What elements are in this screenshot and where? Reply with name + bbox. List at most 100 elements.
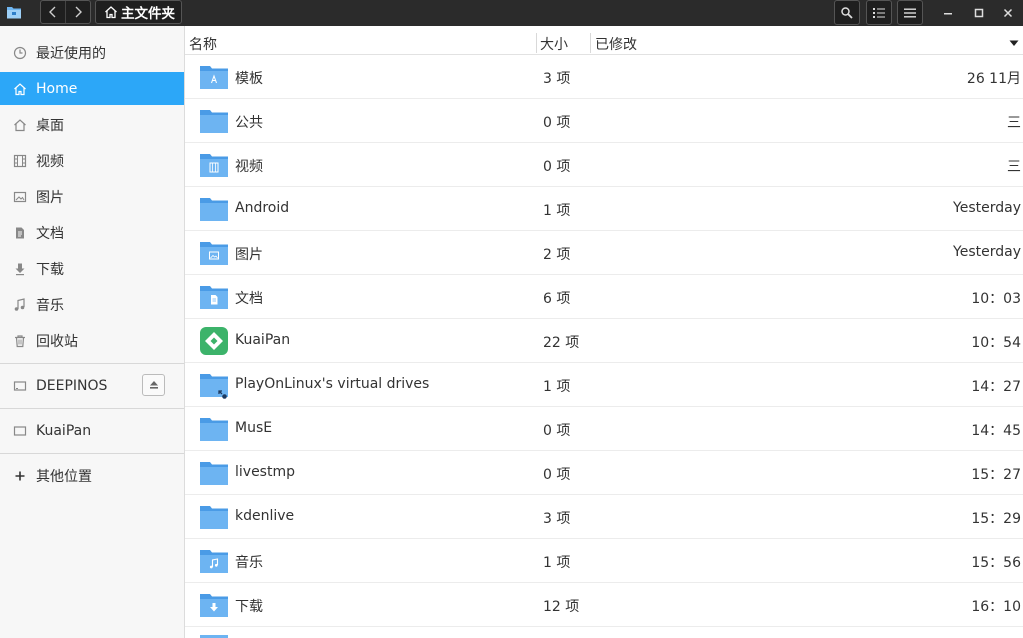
sidebar-item-label: 视频 xyxy=(36,153,64,170)
file-name: PlayOnLinux's virtual drives xyxy=(235,376,430,392)
documents-folder-icon xyxy=(200,286,228,309)
menu-button[interactable] xyxy=(897,0,923,25)
list-view-icon xyxy=(873,7,885,18)
sidebar-item-label: 桌面 xyxy=(36,117,64,134)
back-button[interactable] xyxy=(41,1,65,23)
file-modified: 三 xyxy=(1007,159,1021,175)
file-row[interactable] xyxy=(185,627,1023,638)
sidebar-item-downloads[interactable]: 下载 xyxy=(0,252,184,285)
sidebar-divider xyxy=(0,453,184,454)
file-name: KuaiPan xyxy=(235,332,291,348)
breadcrumb-home[interactable]: 主文件夹 xyxy=(95,0,182,24)
drive-icon xyxy=(12,378,28,394)
pictures-folder-icon xyxy=(200,242,228,265)
file-row[interactable]: 公共 0 项 三 xyxy=(185,99,1023,143)
plus-icon xyxy=(12,468,28,484)
view-mode-button[interactable] xyxy=(866,0,892,25)
file-size: 3 项 xyxy=(543,511,571,527)
drive-icon xyxy=(12,423,28,439)
file-modified: 10：03 xyxy=(971,291,1021,307)
file-name: 模板 xyxy=(235,71,263,87)
search-button[interactable] xyxy=(834,0,860,25)
column-size-header[interactable]: 大小 xyxy=(540,34,568,54)
navigation-buttons xyxy=(40,0,91,24)
sidebar-item-recent[interactable]: 最近使用的 xyxy=(0,36,184,69)
file-size: 0 项 xyxy=(543,423,571,439)
file-row[interactable]: KuaiPan 22 项 10：54 xyxy=(185,319,1023,363)
file-row[interactable]: 文档 6 项 10：03 xyxy=(185,275,1023,319)
close-button[interactable] xyxy=(993,0,1023,25)
folder-icon xyxy=(200,462,228,485)
sidebar-item-label: 最近使用的 xyxy=(36,45,106,62)
sidebar-item-documents[interactable]: 文档 xyxy=(0,216,184,249)
close-icon xyxy=(1003,8,1013,17)
file-size: 0 项 xyxy=(543,467,571,483)
file-row[interactable]: kdenlive 3 项 15：29 xyxy=(185,495,1023,539)
breadcrumb-label: 主文件夹 xyxy=(121,6,175,22)
sidebar-item-label: 音乐 xyxy=(36,297,64,314)
templates-folder-icon xyxy=(200,66,228,89)
sidebar-item-pictures[interactable]: 图片 xyxy=(0,180,184,213)
file-name: 公共 xyxy=(235,115,263,131)
link-folder-icon xyxy=(200,374,228,399)
sidebar-item-kuaipan[interactable]: KuaiPan xyxy=(0,414,184,447)
column-modified-header[interactable]: 已修改 xyxy=(595,34,637,54)
hamburger-menu-icon xyxy=(904,8,916,17)
sidebar-item-videos[interactable]: 视频 xyxy=(0,144,184,177)
file-name: kdenlive xyxy=(235,508,295,524)
headerbar: 主文件夹 xyxy=(0,0,1023,26)
file-modified: 15：29 xyxy=(971,511,1021,527)
sidebar-item-label: 文档 xyxy=(36,225,64,242)
sidebar-item-label: KuaiPan xyxy=(36,422,92,439)
file-row[interactable]: 下载 12 项 16：10 xyxy=(185,583,1023,627)
search-icon xyxy=(841,6,853,19)
sidebar-item-other-locations[interactable]: 其他位置 xyxy=(0,459,184,492)
sidebar-item-label: 其他位置 xyxy=(36,468,92,485)
trash-icon xyxy=(12,333,28,349)
file-modified: 26 11月 xyxy=(966,71,1021,87)
file-modified: 10：54 xyxy=(971,335,1021,351)
file-size: 2 项 xyxy=(543,247,571,263)
eject-button[interactable] xyxy=(142,374,165,396)
file-name: 音乐 xyxy=(235,555,263,571)
videos-folder-icon xyxy=(200,154,228,177)
maximize-button[interactable] xyxy=(964,0,994,25)
sidebar-item-label: 图片 xyxy=(36,189,64,206)
file-row[interactable]: 图片 2 项 Yesterday xyxy=(185,231,1023,275)
forward-button[interactable] xyxy=(65,1,90,23)
file-size: 3 项 xyxy=(543,71,571,87)
file-row[interactable]: 音乐 1 项 15：56 xyxy=(185,539,1023,583)
column-divider[interactable] xyxy=(590,33,591,53)
file-row[interactable]: 模板 3 项 26 11月 xyxy=(185,55,1023,99)
sidebar-divider xyxy=(0,363,184,364)
video-icon xyxy=(12,153,28,169)
music-icon xyxy=(12,297,28,313)
column-name-header[interactable]: 名称 xyxy=(189,34,217,54)
file-modified: 15：27 xyxy=(971,467,1021,483)
minimize-button[interactable] xyxy=(933,0,963,25)
file-modified: 15：56 xyxy=(971,555,1021,571)
downloads-folder-icon xyxy=(200,594,228,617)
sidebar-item-music[interactable]: 音乐 xyxy=(0,288,184,321)
download-icon xyxy=(12,261,28,277)
file-row[interactable]: 视频 0 项 三 xyxy=(185,143,1023,187)
sidebar-divider xyxy=(0,408,184,409)
sidebar-item-desktop[interactable]: 桌面 xyxy=(0,108,184,141)
desktop-icon xyxy=(12,117,28,133)
file-size: 0 项 xyxy=(543,159,571,175)
maximize-icon xyxy=(974,8,984,17)
sidebar-item-label: 下载 xyxy=(36,261,64,278)
sidebar-item-home[interactable]: Home xyxy=(0,72,184,105)
file-size: 6 项 xyxy=(543,291,571,307)
file-row[interactable]: PlayOnLinux's virtual drives 1 项 14：27 xyxy=(185,363,1023,407)
file-row[interactable]: MusE 0 项 14：45 xyxy=(185,407,1023,451)
file-row[interactable]: livestmp 0 项 15：27 xyxy=(185,451,1023,495)
clock-icon xyxy=(12,45,28,61)
file-modified: Yesterday xyxy=(953,200,1021,216)
file-size: 12 项 xyxy=(543,599,580,615)
file-name: 下载 xyxy=(235,599,263,615)
file-row[interactable]: Android 1 项 Yesterday xyxy=(185,187,1023,231)
sidebar-item-trash[interactable]: 回收站 xyxy=(0,324,184,357)
sort-descending-icon[interactable] xyxy=(1009,40,1019,47)
column-divider[interactable] xyxy=(536,33,537,53)
